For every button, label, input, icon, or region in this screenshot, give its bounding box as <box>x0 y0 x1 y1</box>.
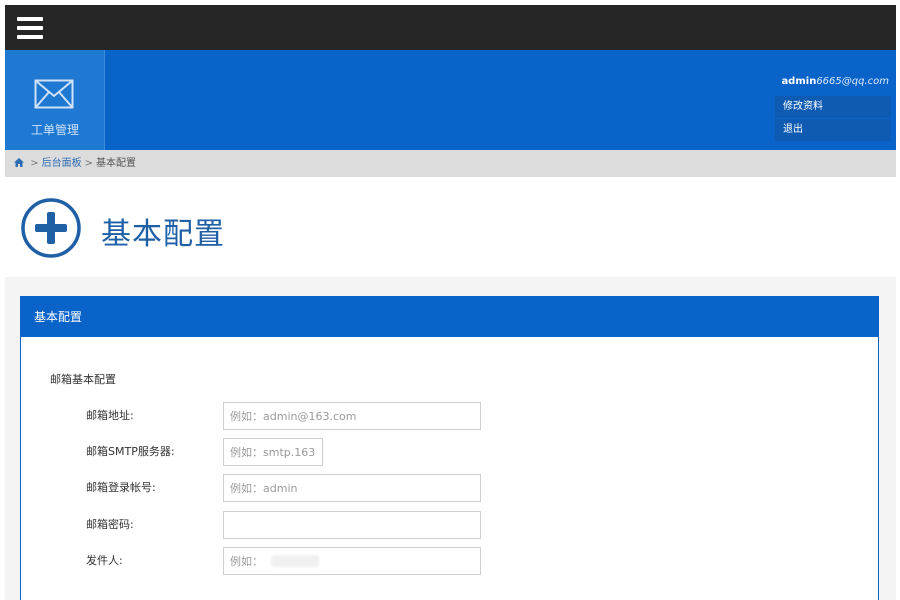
form-row-login: 邮箱登录帐号: <box>21 474 878 502</box>
page-heading: 基本配置 <box>5 177 896 277</box>
panel-header: 基本配置 <box>21 297 878 337</box>
config-panel: 基本配置 邮箱基本配置 邮箱地址: 邮箱SMTP服务器: 邮箱登录帐号: 邮箱密… <box>20 296 879 600</box>
hamburger-icon[interactable] <box>17 17 43 39</box>
email-password-label: 邮箱密码: <box>86 518 134 531</box>
home-icon[interactable] <box>14 158 24 167</box>
smtp-server-label: 邮箱SMTP服务器: <box>86 445 175 458</box>
user-email-domain: 6665@qq.com <box>816 76 889 87</box>
sender-input[interactable] <box>223 547 481 575</box>
redacted-blur <box>271 555 319 567</box>
breadcrumb-separator: > <box>84 158 93 169</box>
breadcrumb-parent-link[interactable]: 后台面板 <box>42 158 82 169</box>
page-title: 基本配置 <box>101 217 225 252</box>
email-address-label: 邮箱地址: <box>86 409 134 422</box>
form-row-email: 邮箱地址: <box>21 402 878 430</box>
breadcrumb-separator: > <box>30 158 39 169</box>
sender-label: 发件人: <box>86 554 123 567</box>
section-title: 邮箱基本配置 <box>50 373 116 386</box>
nav-tile-ticket-management[interactable]: 工单管理 <box>5 50 105 150</box>
breadcrumb-current: 基本配置 <box>95 158 136 169</box>
nav-tile-label: 工单管理 <box>30 123 79 137</box>
breadcrumb: > 后台面板 > 基本配置 <box>5 150 896 177</box>
email-password-input[interactable] <box>223 511 481 539</box>
edit-profile-link[interactable]: 修改资料 <box>775 96 891 118</box>
login-account-input[interactable] <box>223 474 481 502</box>
user-name: admin <box>781 76 817 87</box>
form-row-sender: 发件人: <box>21 547 878 575</box>
user-box: admin6665@qq.com 修改资料 退出 <box>775 76 891 142</box>
logout-link[interactable]: 退出 <box>775 119 891 141</box>
user-email: admin6665@qq.com <box>775 76 891 96</box>
plus-circle-icon <box>21 198 81 258</box>
form-row-password: 邮箱密码: <box>21 511 878 539</box>
envelope-icon <box>34 79 74 109</box>
top-bar <box>5 5 896 50</box>
login-account-label: 邮箱登录帐号: <box>86 481 156 494</box>
header-bar: 工单管理 admin6665@qq.com 修改资料 退出 <box>5 50 896 150</box>
smtp-server-input[interactable] <box>223 438 323 466</box>
email-address-input[interactable] <box>223 402 481 430</box>
form-row-smtp: 邮箱SMTP服务器: <box>21 438 878 466</box>
